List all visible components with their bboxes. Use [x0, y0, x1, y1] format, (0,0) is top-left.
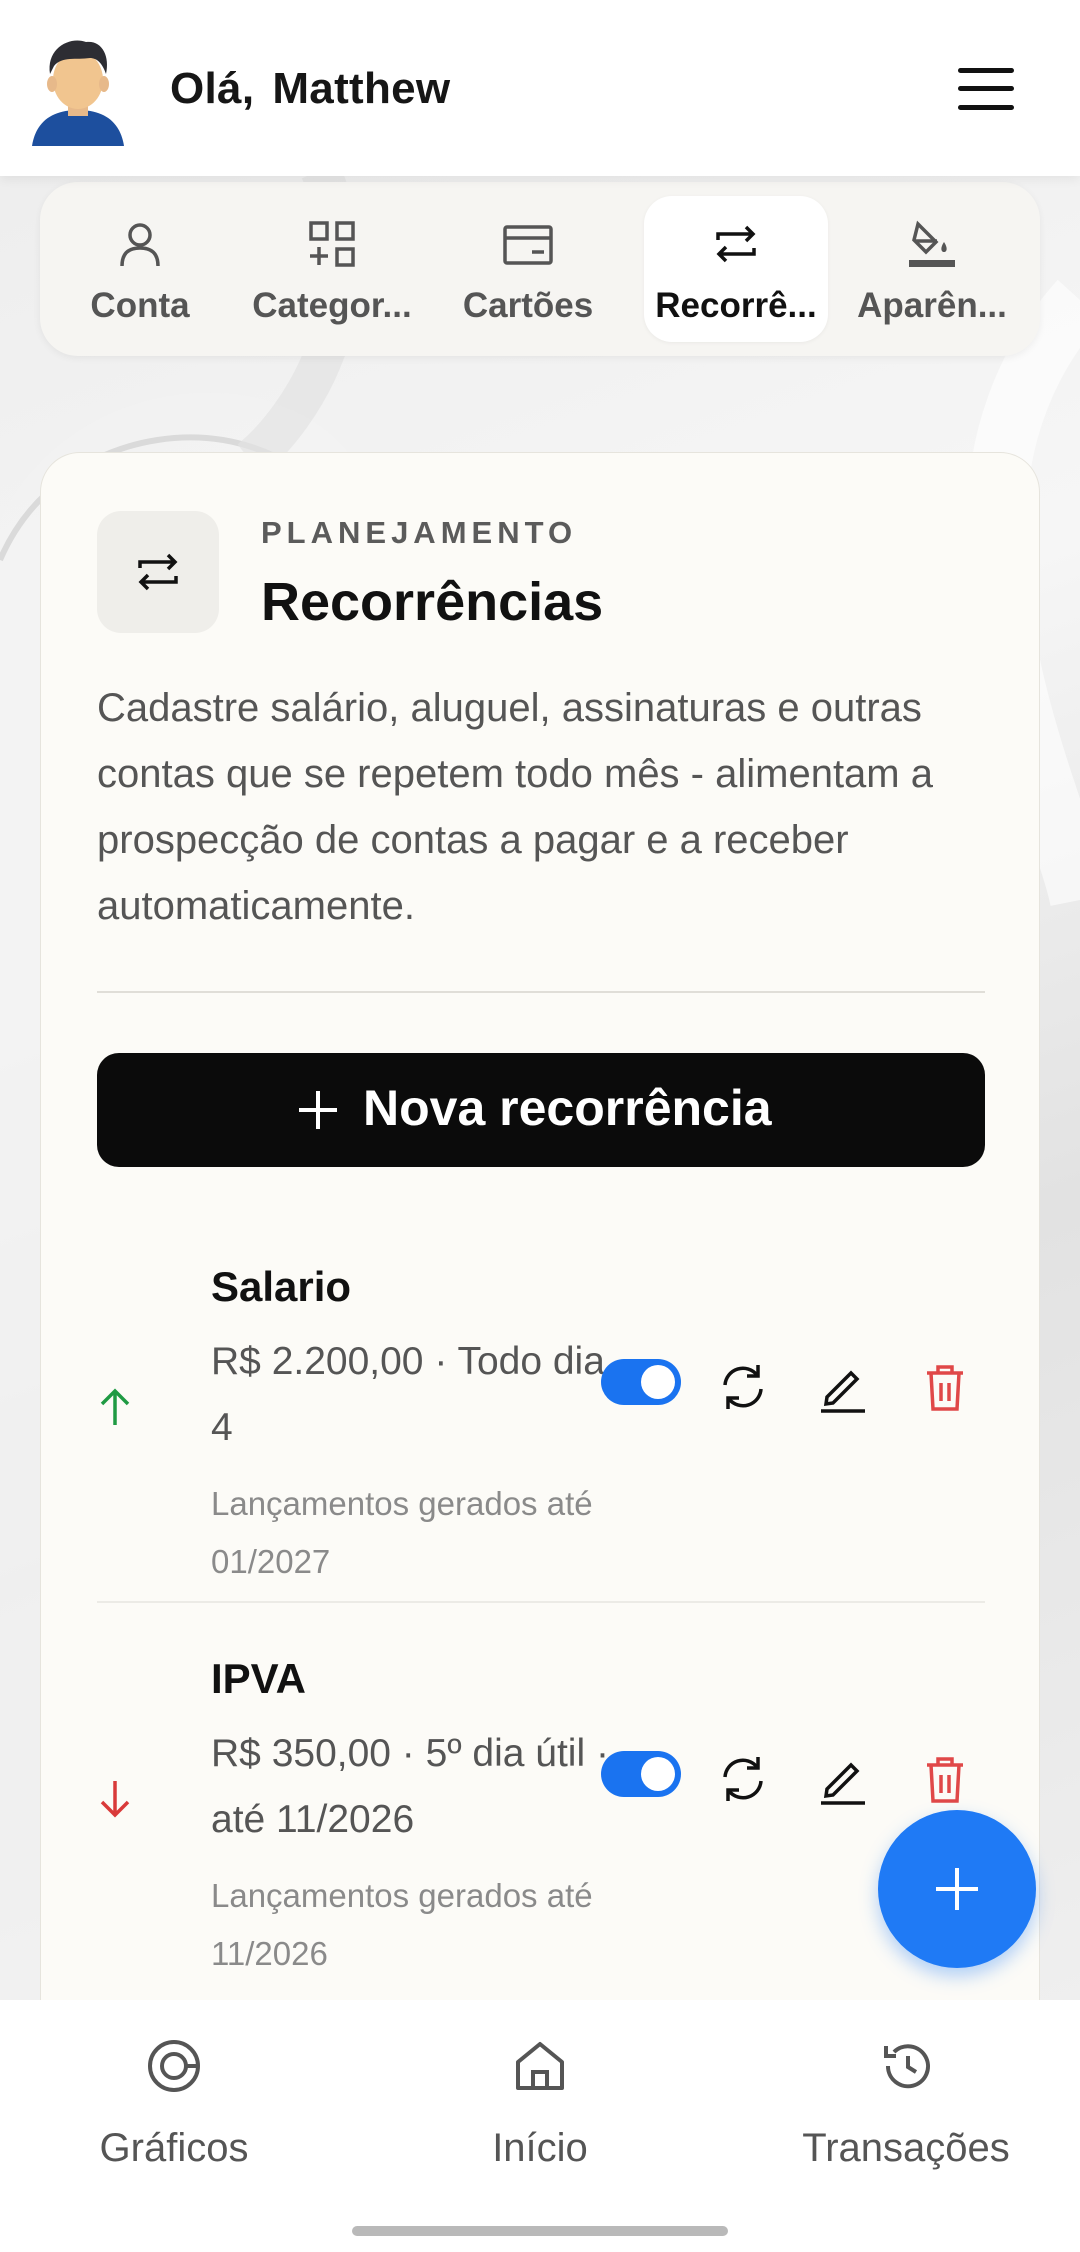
recurrence-toggle[interactable]	[601, 1751, 681, 1797]
trash-icon[interactable]	[915, 1357, 975, 1417]
greeting: Olá, Matthew	[170, 64, 450, 114]
nav-graficos[interactable]: Gráficos	[24, 2034, 324, 2194]
tab-conta[interactable]: Conta	[48, 196, 232, 342]
hamburger-menu-icon[interactable]	[950, 62, 1022, 116]
repeat-icon	[138, 553, 178, 591]
plus-icon	[299, 1091, 337, 1129]
recurrence-toggle[interactable]	[601, 1359, 681, 1405]
nav-label: Gráficos	[99, 2126, 249, 2170]
home-icon	[516, 2042, 564, 2090]
user-icon	[120, 223, 160, 267]
tab-label: Categor...	[252, 286, 412, 325]
greeting-hello: Olá,	[170, 64, 255, 113]
tab-cartoes[interactable]: Cartões	[436, 196, 620, 342]
nav-label: Transações	[802, 2126, 1010, 2170]
home-indicator[interactable]	[352, 2226, 728, 2236]
toggle-knob	[641, 1365, 675, 1399]
recurrence-info: R$ 350,00 · 5º dia útil · até 11/2026	[211, 1732, 609, 1841]
user-name: Matthew	[272, 64, 451, 113]
recurrence-name: IPVA	[211, 1655, 306, 1702]
paint-bucket-icon	[909, 220, 955, 267]
new-recurrence-label: Nova recorrência	[363, 1080, 772, 1136]
settings-tab-bar: Conta Categor... Cartões Recorrê... Apar…	[40, 182, 1040, 356]
recurrence-note: Lançamentos gerados até 11/2026	[211, 1877, 593, 1972]
tab-label: Recorrê...	[655, 286, 817, 325]
edit-icon[interactable]	[813, 1357, 873, 1417]
category-grid-icon	[309, 221, 355, 267]
tab-recorrencias[interactable]: Recorrê...	[644, 196, 828, 342]
sync-icon[interactable]	[713, 1749, 773, 1809]
new-recurrence-button[interactable]: Nova recorrência	[97, 1053, 985, 1167]
arrow-up-icon	[100, 1388, 130, 1425]
list-item: IPVA R$ 350,00 · 5º dia útil · até 11/20…	[97, 1625, 985, 2013]
nav-transacoes[interactable]: Transações	[756, 2034, 1056, 2194]
divider	[97, 991, 985, 993]
section-eyebrow: PLANEJAMENTO	[261, 515, 578, 550]
arrow-down-icon	[100, 1781, 130, 1818]
edit-icon[interactable]	[813, 1749, 873, 1809]
chart-icon	[148, 2040, 200, 2092]
tab-label: Cartões	[462, 286, 594, 325]
nav-inicio[interactable]: Início	[390, 2034, 690, 2194]
repeat-icon	[716, 225, 756, 263]
section-icon	[97, 511, 219, 633]
add-fab-button[interactable]	[878, 1810, 1036, 1968]
list-divider	[97, 1601, 985, 1603]
nav-label: Início	[492, 2126, 588, 2170]
trash-icon[interactable]	[915, 1749, 975, 1809]
recurrence-note: Lançamentos gerados até 01/2027	[211, 1485, 593, 1580]
recurrences-card: PLANEJAMENTO Recorrências Cadastre salár…	[40, 452, 1040, 2014]
bottom-navigation: Gráficos Início Transações	[0, 2000, 1080, 2252]
app-header: Olá, Matthew	[0, 0, 1080, 176]
list-item: Salario R$ 2.200,00 · Todo dia 4 Lançame…	[97, 1233, 985, 1623]
tab-label: Conta	[90, 286, 190, 325]
tab-aparencia[interactable]: Aparên...	[840, 196, 1024, 342]
tab-categorias[interactable]: Categor...	[240, 196, 424, 342]
sync-icon[interactable]	[713, 1357, 773, 1417]
section-description: Cadastre salário, aluguel, assinaturas e…	[97, 686, 933, 928]
history-icon	[884, 2044, 930, 2089]
recurrence-info: R$ 2.200,00 · Todo dia 4	[211, 1340, 605, 1449]
toggle-knob	[641, 1757, 675, 1791]
card-icon	[503, 225, 553, 265]
tab-label: Aparên...	[857, 286, 1007, 325]
avatar[interactable]	[30, 34, 126, 146]
recurrence-name: Salario	[211, 1263, 352, 1310]
plus-icon	[936, 1868, 978, 1910]
page-title: Recorrências	[261, 572, 604, 632]
